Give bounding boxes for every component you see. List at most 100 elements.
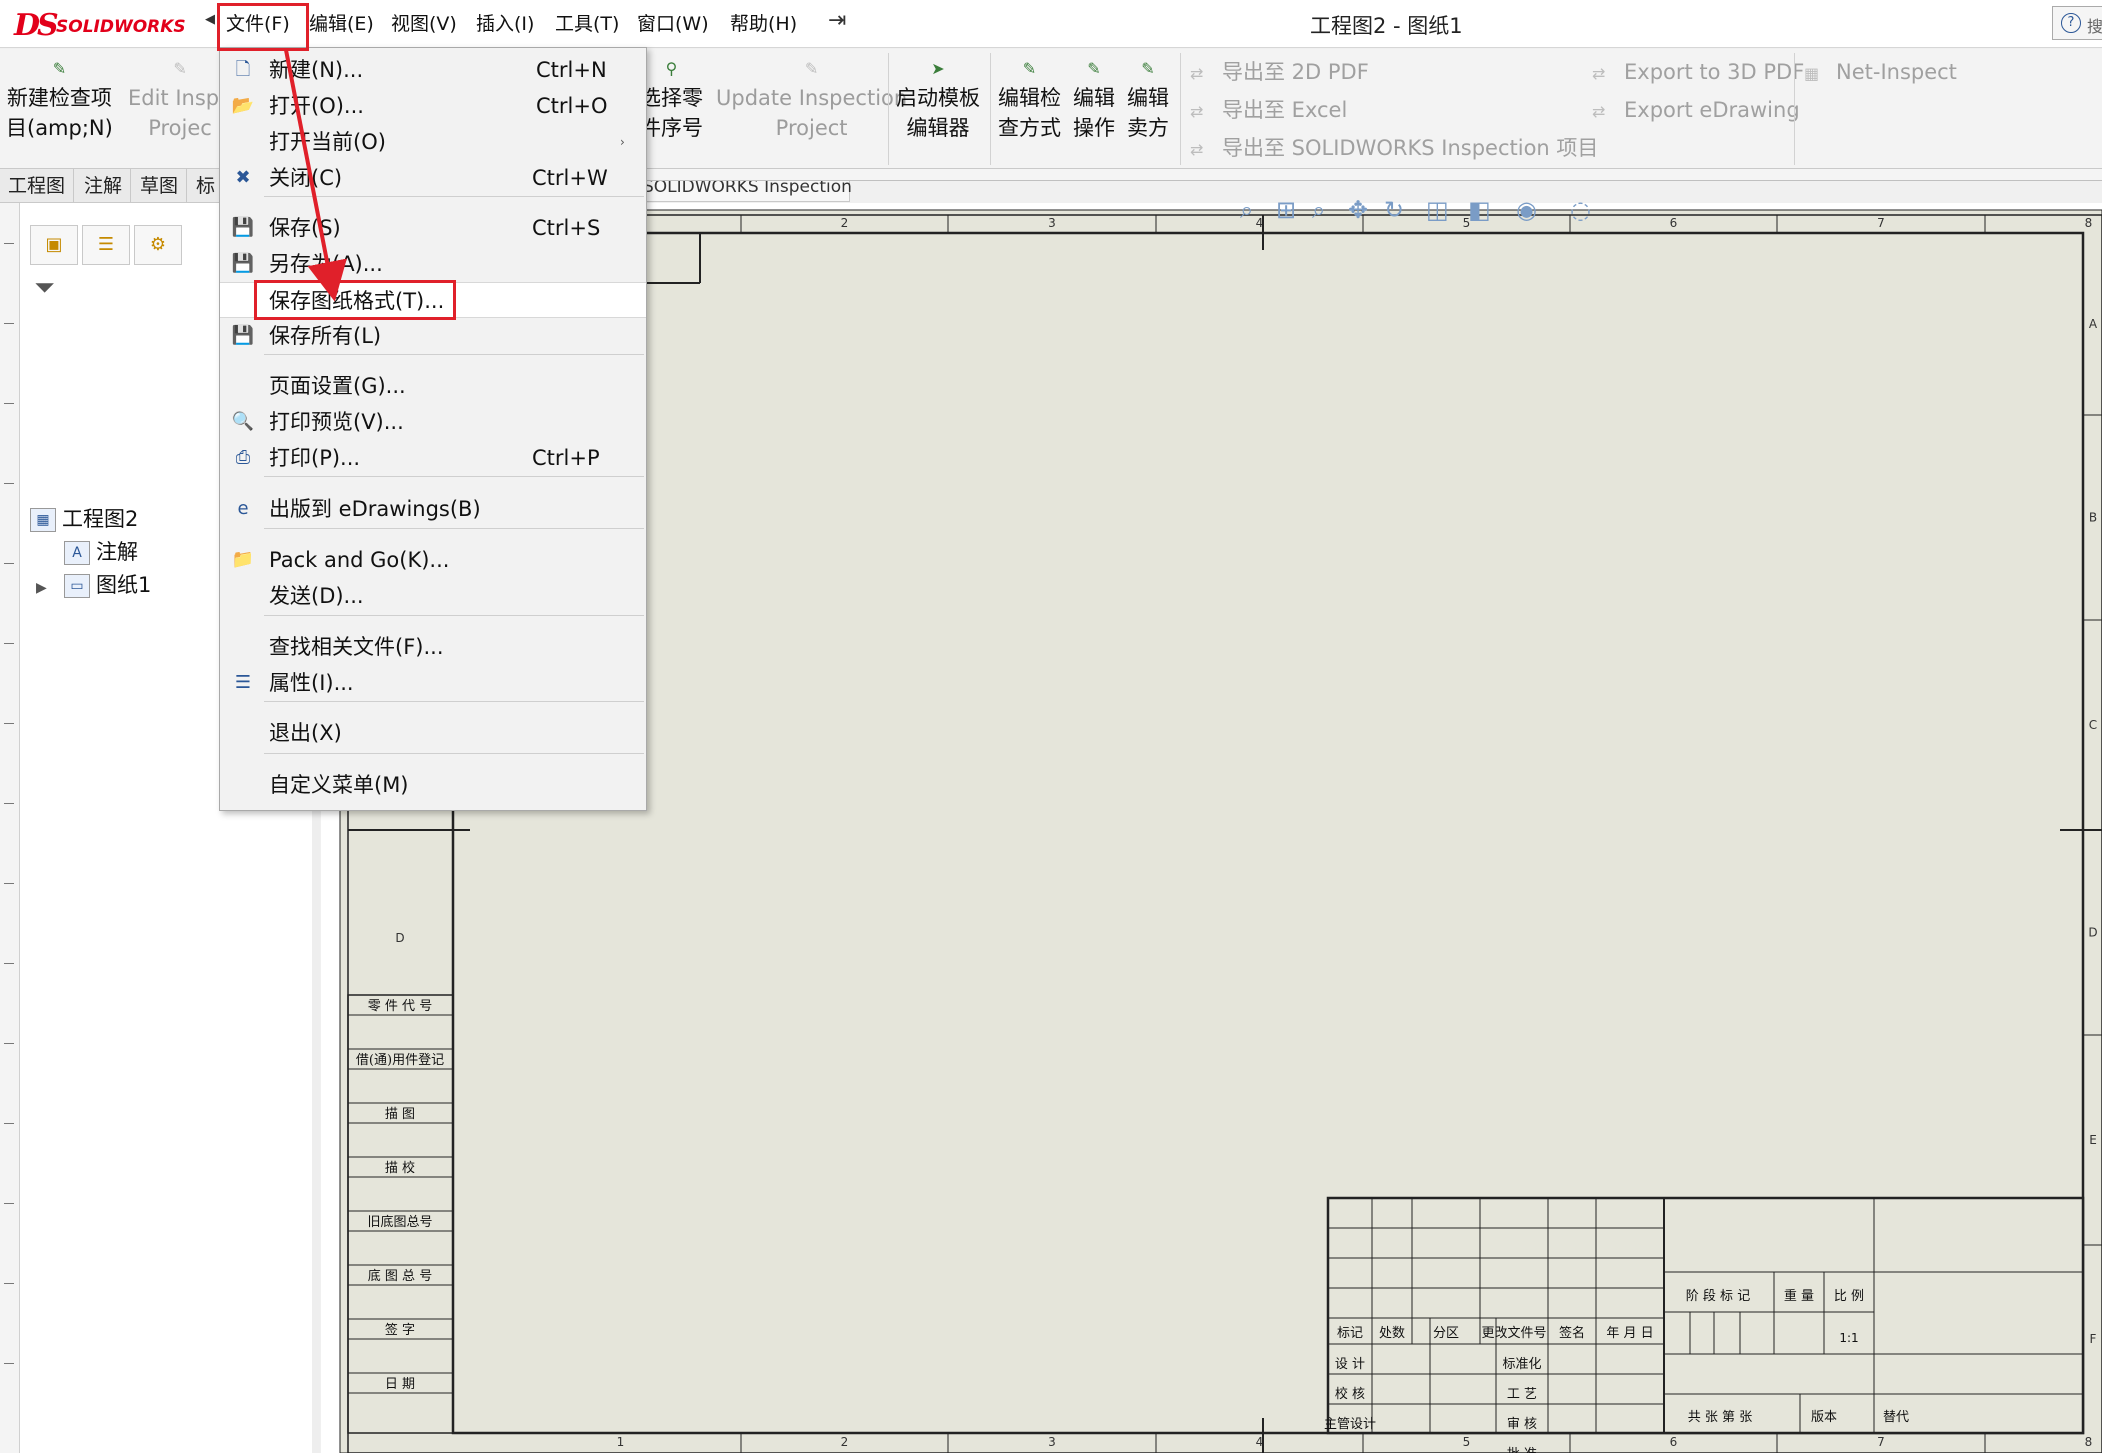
revision-header-label: 更改文件号 — [1481, 1326, 1546, 1341]
file-menu-dropdown: 🗋 新建(N)... Ctrl+N 📂 打开(O)... Ctrl+O 打开当前(O) › ✖ 关… — [219, 47, 647, 811]
file-menu-item[interactable]: 自定义菜单(M) — [220, 767, 646, 803]
file-menu-item-label: 打开当前(O) — [269, 130, 386, 154]
save-icon: 💾 — [231, 217, 255, 238]
sheet-row-label: C — [2089, 718, 2097, 732]
file-menu-item[interactable]: 💾 保存所有(L) — [220, 318, 646, 354]
file-menu-item[interactable]: 🔍 打印预览(V)... — [220, 404, 646, 440]
sheet-column-label-top: 7 — [1877, 216, 1885, 230]
revision-header-label: 年 月 日 — [1606, 1326, 1653, 1341]
left-info-label: 描 校 — [385, 1160, 415, 1176]
revision-header-label: 处数 — [1379, 1326, 1405, 1341]
version-label: 版本 — [1811, 1410, 1837, 1425]
sheet-column-label-bottom: 8 — [2085, 1435, 2093, 1449]
file-menu-item[interactable]: 查找相关文件(F)... — [220, 629, 646, 665]
left-info-label: 旧底图总号 — [367, 1214, 432, 1230]
file-menu-item[interactable]: ⎙ 打印(P)... Ctrl+P — [220, 440, 646, 476]
scale-value: 1:1 — [1839, 1331, 1858, 1345]
sheet-column-label-top: 3 — [1048, 216, 1056, 230]
sheet-column-label-bottom: 2 — [841, 1435, 849, 1449]
sheet-column-label-bottom: 7 — [1877, 1435, 1885, 1449]
zoom-area-icon[interactable]: ⊞ — [1276, 196, 1296, 224]
revision-header-label: 分区 — [1433, 1326, 1459, 1341]
file-menu-item[interactable]: 💾 保存(S) Ctrl+S — [220, 210, 646, 246]
menu-separator — [264, 528, 644, 529]
pack-and-go-icon: 📁 — [231, 549, 255, 570]
save-as-icon: 💾 — [231, 253, 255, 274]
menu-separator — [264, 753, 644, 754]
zoom-in-out-icon[interactable]: ⌕ — [1312, 196, 1325, 224]
display-style-icon[interactable]: ◧ — [1468, 196, 1491, 224]
left-info-label: 日 期 — [385, 1377, 415, 1392]
file-menu-item-shortcut: Ctrl+W — [532, 166, 608, 190]
sheet-left-zone-label: D — [395, 931, 404, 945]
open-folder-icon: 📂 — [231, 95, 255, 116]
weight-label: 重 量 — [1784, 1288, 1814, 1304]
role-label: 批 准 — [1507, 1447, 1537, 1453]
heads-up-view-toolbar: ⌕ ⊞ ⌕ ✥ ↻ ◫ ◧ ◉ ◌ — [1240, 196, 1620, 230]
file-menu-item[interactable]: e 出版到 eDrawings(B) — [220, 491, 646, 527]
file-menu-item-label: 查找相关文件(F)... — [269, 635, 444, 659]
role-label: 主管设计 — [1324, 1417, 1376, 1432]
sheet-column-label-bottom: 3 — [1048, 1435, 1056, 1449]
sheet-column-label-top: 6 — [1670, 216, 1678, 230]
sheet-count-label: 共 张 第 张 — [1688, 1410, 1752, 1425]
file-menu-item[interactable]: 发送(D)... — [220, 578, 646, 614]
file-menu-item-label: 打印(P)... — [269, 446, 361, 470]
zoom-to-fit-icon[interactable]: ⌕ — [1240, 196, 1253, 224]
role-label: 校 核 — [1335, 1386, 1365, 1402]
close-document-icon: ✖ — [235, 167, 251, 188]
file-menu-item[interactable]: 📂 打开(O)... Ctrl+O — [220, 88, 646, 124]
menu-separator — [264, 701, 644, 702]
file-menu-item[interactable]: ✖ 关闭(C) Ctrl+W — [220, 160, 646, 196]
rotate-icon[interactable]: ↻ — [1384, 196, 1404, 224]
file-menu-item-label: 另存为(A)... — [269, 252, 383, 276]
sheet-row-label: E — [2089, 1133, 2097, 1147]
file-menu-item-label: 新建(N)... — [269, 58, 364, 82]
file-menu-item-label: 关闭(C) — [269, 166, 343, 190]
scale-label: 比 例 — [1834, 1289, 1864, 1304]
file-menu-item-label: 出版到 eDrawings(B) — [269, 497, 481, 521]
menu-separator — [264, 196, 644, 197]
highlight-box-save-sheet-format — [254, 280, 456, 320]
file-menu-item-label: Pack and Go(K)... — [269, 548, 450, 572]
menu-separator — [264, 354, 644, 355]
file-menu-item[interactable]: 💾 另存为(A)... — [220, 246, 646, 282]
left-info-label: 签 字 — [385, 1322, 415, 1338]
menu-separator — [264, 476, 644, 477]
file-menu-item-shortcut: Ctrl+P — [532, 446, 600, 470]
file-menu-item[interactable]: 退出(X) — [220, 715, 646, 751]
appearance-icon[interactable]: ◌ — [1570, 196, 1591, 224]
revision-header-label: 标记 — [1337, 1326, 1363, 1341]
sheet-column-label-bottom: 5 — [1463, 1435, 1471, 1449]
save-all-icon: 💾 — [231, 325, 255, 346]
role-label: 标准化 — [1502, 1357, 1541, 1372]
file-menu-item[interactable]: 📁 Pack and Go(K)... — [220, 542, 646, 578]
file-menu-item[interactable]: 🗋 新建(N)... Ctrl+N — [220, 52, 646, 88]
sheet-column-label-bottom: 1 — [617, 1435, 625, 1449]
submenu-arrow-icon: › — [620, 135, 625, 149]
file-menu-item-label: 退出(X) — [269, 721, 342, 745]
file-menu-item-label: 属性(I)... — [269, 671, 354, 695]
pan-icon[interactable]: ✥ — [1348, 196, 1368, 224]
role-label: 工 艺 — [1507, 1387, 1537, 1402]
left-info-label: 描 图 — [385, 1107, 415, 1122]
sheet-row-label: F — [2090, 1332, 2097, 1346]
edrawings-icon: e — [237, 498, 249, 519]
role-label: 设 计 — [1335, 1357, 1365, 1372]
sheet-row-label: D — [2088, 926, 2097, 940]
file-menu-item-label: 保存(S) — [269, 216, 341, 240]
file-menu-item-label: 发送(D)... — [269, 584, 364, 608]
file-menu-item-label: 自定义菜单(M) — [269, 773, 409, 797]
view-orientation-icon[interactable]: ◫ — [1426, 196, 1449, 224]
file-menu-item[interactable]: 打开当前(O) › — [220, 124, 646, 160]
new-document-icon: 🗋 — [235, 59, 251, 80]
sheet-row-label: B — [2089, 511, 2097, 525]
file-menu-item-label: 打印预览(V)... — [269, 410, 404, 434]
sheet-column-label-top: 8 — [2085, 216, 2093, 230]
replace-label: 替代 — [1883, 1410, 1909, 1425]
file-menu-item[interactable]: 页面设置(G)... — [220, 368, 646, 404]
file-menu-item-label: 页面设置(G)... — [269, 374, 406, 398]
file-menu-item[interactable]: ☰ 属性(I)... — [220, 665, 646, 701]
file-menu-item-shortcut: Ctrl+N — [536, 58, 607, 82]
hide-show-icon[interactable]: ◉ — [1516, 196, 1537, 224]
